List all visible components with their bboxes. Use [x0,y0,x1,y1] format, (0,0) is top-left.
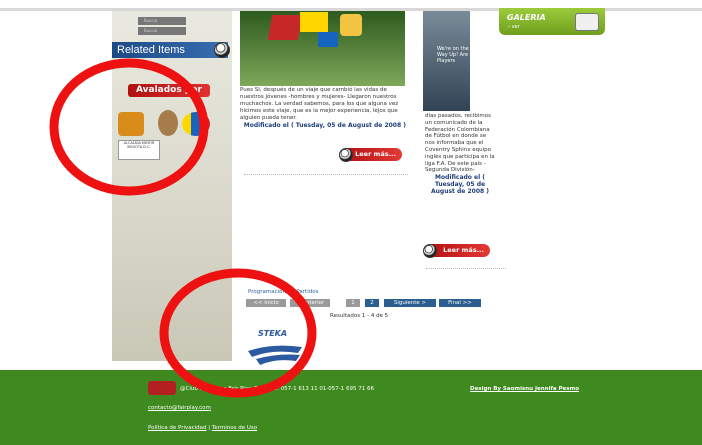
annotation-overlay [49,58,317,398]
annotation-circle-1 [49,58,209,196]
annotation-circle-2 [159,268,317,398]
